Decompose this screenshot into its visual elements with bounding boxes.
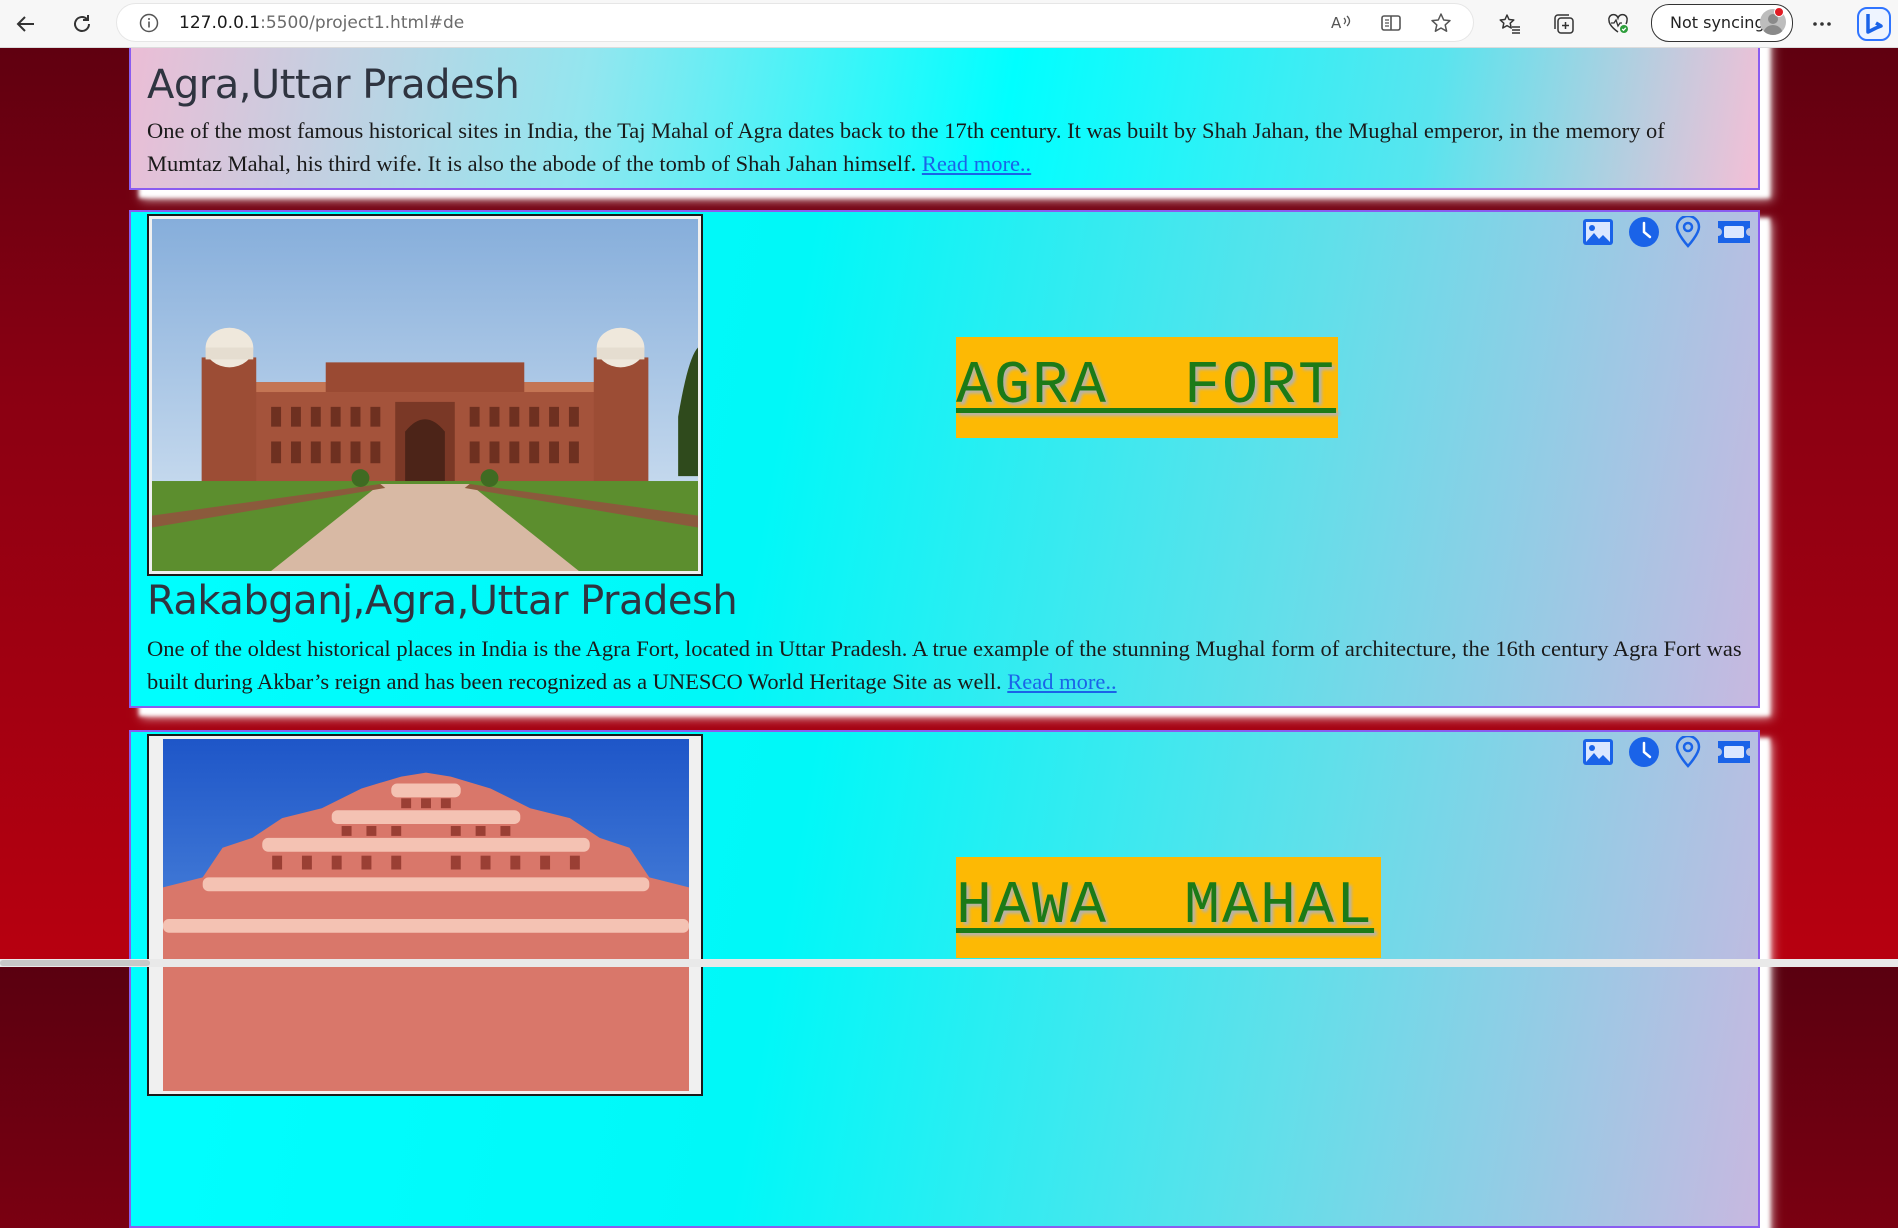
browser-toolbar: 127.0.0.1:5500/project1.html#de A Not sy… [0, 0, 1898, 48]
site-info-icon[interactable] [139, 13, 159, 38]
ticket-icon[interactable] [1716, 739, 1752, 770]
address-bar[interactable]: 127.0.0.1:5500/project1.html#de A [117, 4, 1473, 41]
card-action-icons [1582, 214, 1752, 253]
read-more-link[interactable]: Read more.. [922, 151, 1031, 176]
place-description: One of the oldest historical places in I… [147, 636, 1742, 694]
not-syncing-button[interactable]: Not syncing [1651, 4, 1793, 42]
place-title-box: HAWA MAHAL [956, 857, 1381, 958]
place-location: Rakabganj,Agra,Uttar Pradesh [147, 578, 738, 624]
svg-text:A: A [1331, 14, 1342, 32]
url-text[interactable]: 127.0.0.1:5500/project1.html#de [179, 13, 464, 33]
favorite-star-icon[interactable] [1430, 12, 1452, 34]
hawa-mahal-image [163, 739, 689, 1091]
card-action-icons [1582, 734, 1752, 773]
place-photo-frame [147, 734, 703, 1096]
read-aloud-icon[interactable]: A [1330, 12, 1352, 34]
place-title-box: AGRA FORT [956, 337, 1338, 438]
location-pin-icon[interactable] [1674, 214, 1702, 253]
sync-label: Not syncing [1670, 13, 1765, 32]
collections-icon[interactable] [1546, 6, 1582, 42]
place-card-hawa-mahal: HAWA MAHAL [129, 730, 1760, 1228]
browser-essentials-icon[interactable] [1600, 6, 1636, 42]
back-arrow-icon[interactable] [8, 6, 44, 42]
image-icon[interactable] [1582, 218, 1614, 251]
read-more-link[interactable]: Read more.. [1007, 669, 1116, 694]
place-card-agra-fort: AGRA FORT Rakabganj,Agra,Uttar Pradesh O… [129, 210, 1760, 708]
ticket-icon[interactable] [1716, 219, 1752, 250]
horizontal-scrollbar[interactable] [0, 959, 1898, 967]
place-photo-frame [147, 214, 703, 576]
refresh-icon[interactable] [64, 6, 100, 42]
image-icon[interactable] [1582, 738, 1614, 771]
notification-dot [1774, 7, 1784, 17]
copilot-bing-icon[interactable] [1856, 6, 1892, 42]
scrollbar-thumb[interactable] [0, 960, 150, 966]
favorites-icon[interactable] [1492, 6, 1528, 42]
clock-icon[interactable] [1628, 216, 1660, 253]
more-options-icon[interactable] [1804, 6, 1840, 42]
place-description: One of the most famous historical sites … [147, 118, 1665, 176]
location-pin-icon[interactable] [1674, 734, 1702, 773]
place-location: Agra,Uttar Pradesh [147, 62, 520, 108]
immersive-reader-icon[interactable] [1380, 12, 1402, 34]
clock-icon[interactable] [1628, 736, 1660, 773]
agra-fort-image [152, 219, 698, 571]
